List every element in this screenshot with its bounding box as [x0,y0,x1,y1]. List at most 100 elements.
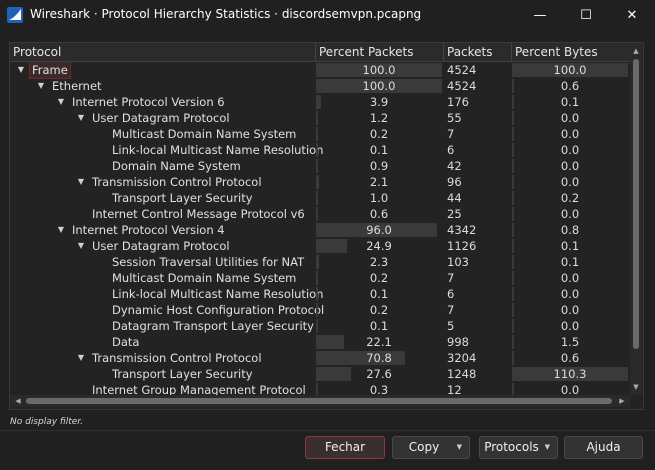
packets-value: 4524 [447,63,477,77]
expand-triangle-down-icon[interactable]: ▼ [76,238,86,254]
ajuda-button[interactable]: Ajuda [564,436,643,459]
tree-row[interactable]: Link-local Multicast Name Resolution 0.1 6… [10,142,630,158]
protocol-name: Multicast Domain Name System [112,271,297,285]
packets-value: 6 [447,143,455,157]
tree-row[interactable]: Transport Layer Security 27.6 1248 110.3 [10,366,630,382]
percent-bytes-value: 0.0 [560,127,580,141]
fechar-button[interactable]: Fechar [305,436,385,459]
horizontal-scrollbar[interactable]: ◀ ▶ [10,395,630,407]
close-button[interactable]: ✕ [609,0,655,30]
tree-row[interactable]: Transport Layer Security 1.0 44 0.2 [10,190,630,206]
percent-bytes-cell: 0.0 [512,382,628,395]
packets-cell: 4524 [444,62,510,78]
percent-packets-value: 24.9 [366,239,392,253]
column-header-protocol[interactable]: Protocol [10,43,316,61]
percent-packets-value: 0.1 [369,287,389,301]
packets-value: 7 [447,271,455,285]
scroll-up-icon[interactable]: ▲ [630,45,642,57]
percent-bytes-cell: 0.0 [512,318,628,334]
copy-button-label: Copy [408,440,440,454]
tree-row[interactable]: Multicast Domain Name System 0.2 7 0.0 [10,270,630,286]
tree-row[interactable]: ▼ Transmission Control Protocol 70.8 3204 0.… [10,350,630,366]
window-title: Wireshark · Protocol Hierarchy Statistic… [30,7,422,21]
title-bar: Wireshark · Protocol Hierarchy Statistic… [0,0,655,30]
protocol-name: Transport Layer Security [112,367,253,381]
percent-packets-value: 27.6 [366,367,392,381]
packets-value: 42 [447,159,462,173]
scroll-left-icon[interactable]: ◀ [12,395,24,407]
protocol-cell: Domain Name System [10,158,316,174]
percent-bytes-value: 0.6 [560,79,580,93]
tree-row[interactable]: Session Traversal Utilities for NAT 2.3 10… [10,254,630,270]
expand-triangle-down-icon[interactable]: ▼ [76,174,86,190]
packets-value: 998 [447,335,469,349]
protocol-cell: Session Traversal Utilities for NAT [10,254,316,270]
protocol-cell: ▼ Ethernet [10,78,316,94]
percent-packets-value: 1.2 [369,111,389,125]
percent-bytes-cell: 100.0 [512,62,628,78]
expand-triangle-down-icon[interactable]: ▼ [56,222,66,238]
scroll-down-icon[interactable]: ▼ [630,381,642,393]
protocol-cell: Datagram Transport Layer Security [10,318,316,334]
packets-value: 25 [447,207,462,221]
protocol-cell: ▼ Frame [10,62,316,79]
tree-row[interactable]: ▼ User Datagram Protocol 24.9 1126 0.1 [10,238,630,254]
protocol-hierarchy-tree[interactable]: Protocol Percent Packets Packets Percent… [9,42,644,410]
column-header-percent-packets[interactable]: Percent Packets [316,43,444,61]
protocols-button[interactable]: Protocols ▼ [479,436,558,459]
packets-cell: 5 [444,318,510,334]
tree-row[interactable]: Multicast Domain Name System 0.2 7 0.0 [10,126,630,142]
percent-bytes-value: 0.2 [560,191,580,205]
protocol-cell: Multicast Domain Name System [10,270,316,286]
protocol-name: Domain Name System [112,159,241,173]
column-header-packets[interactable]: Packets [444,43,512,61]
protocol-name: Internet Protocol Version 4 [72,223,225,237]
tree-row[interactable]: ▼ User Datagram Protocol 1.2 55 0.0 [10,110,630,126]
tree-row[interactable]: ▼ Ethernet 100.0 4524 0.6 [10,78,630,94]
tree-row[interactable]: Internet Control Message Protocol v6 0.6 2… [10,206,630,222]
percent-packets-cell: 0.2 [316,270,442,286]
copy-button[interactable]: Copy ▼ [392,436,470,459]
percent-bytes-cell: 0.1 [512,94,628,110]
vertical-scroll-thumb[interactable] [633,59,639,349]
percent-bytes-cell: 0.0 [512,142,628,158]
expand-triangle-down-icon[interactable]: ▼ [76,350,86,366]
tree-row[interactable]: ▼ Transmission Control Protocol 2.1 96 0.0 [10,174,630,190]
maximize-button[interactable]: ☐ [563,0,609,30]
protocol-name: Link-local Multicast Name Resolution [112,143,324,157]
protocol-name: Internet Protocol Version 6 [72,95,225,109]
horizontal-scroll-thumb[interactable] [26,398,612,404]
percent-packets-cell: 0.1 [316,318,442,334]
percent-packets-cell: 0.6 [316,206,442,222]
percent-packets-cell: 96.0 [316,222,442,238]
minimize-button[interactable]: — [517,0,563,30]
percent-packets-value: 0.2 [369,303,389,317]
protocol-cell: ▼ User Datagram Protocol [10,238,316,254]
packets-value: 4342 [447,223,477,237]
packets-cell: 7 [444,302,510,318]
packets-cell: 44 [444,190,510,206]
protocol-cell: ▼ Transmission Control Protocol [10,350,316,366]
expand-triangle-down-icon[interactable]: ▼ [56,94,66,110]
tree-row[interactable]: Link-local Multicast Name Resolution 0.1 6… [10,286,630,302]
tree-row[interactable]: Dynamic Host Configuration Protocol 0.2 7 0… [10,302,630,318]
expand-triangle-down-icon[interactable]: ▼ [16,62,26,78]
expand-triangle-down-icon[interactable]: ▼ [36,78,46,94]
tree-row[interactable]: ▼ Internet Protocol Version 4 96.0 4342 0.8 [10,222,630,238]
percent-bytes-cell: 0.0 [512,110,628,126]
tree-row[interactable]: Domain Name System 0.9 42 0.0 [10,158,630,174]
percent-bytes-value: 0.8 [560,223,580,237]
percent-packets-value: 100.0 [362,79,396,93]
tree-row[interactable]: Internet Group Management Protocol 0.3 12 0… [10,382,630,395]
tree-row[interactable]: Datagram Transport Layer Security 0.1 5 0.0 [10,318,630,334]
column-header-percent-bytes[interactable]: Percent Bytes [512,43,630,61]
tree-row[interactable]: ▼ Frame 100.0 4524 100.0 [10,62,630,79]
percent-packets-cell: 1.2 [316,110,442,126]
expand-triangle-down-icon[interactable]: ▼ [76,110,86,126]
protocol-cell: ▼ User Datagram Protocol [10,110,316,126]
scroll-right-icon[interactable]: ▶ [616,395,628,407]
tree-row[interactable]: Data 22.1 998 1.5 [10,334,630,350]
vertical-scrollbar[interactable]: ▲ ▼ [630,43,642,395]
protocol-cell: Data [10,334,316,350]
tree-row[interactable]: ▼ Internet Protocol Version 6 3.9 176 0.1 [10,94,630,110]
